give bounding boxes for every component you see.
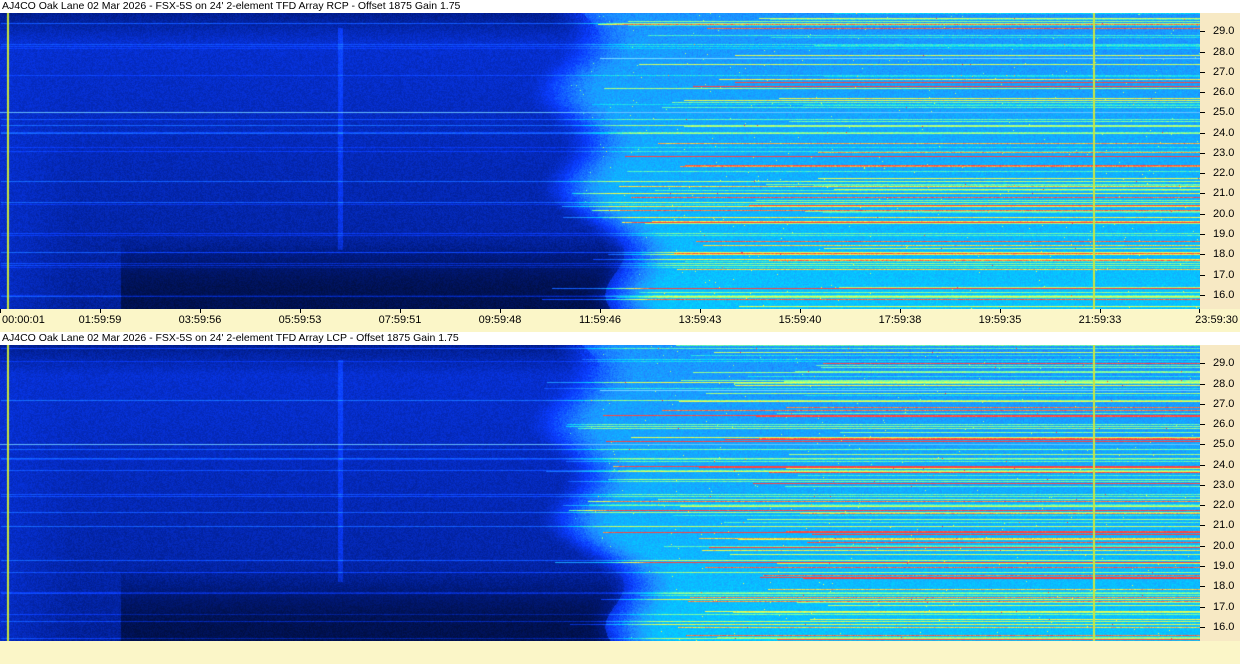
lcp-freq-label: 27.0 <box>1213 398 1235 410</box>
rcp-freq-label: 21.0 <box>1213 187 1235 199</box>
rcp-freq-label: 26.0 <box>1213 86 1235 98</box>
time-tick <box>1199 309 1200 313</box>
lcp-freq-label: 22.0 <box>1213 499 1235 511</box>
time-tick <box>100 309 101 313</box>
lcp-freq-tick <box>1200 404 1205 405</box>
rcp-freq-tick <box>1200 193 1205 194</box>
lcp-freq-tick <box>1200 586 1205 587</box>
lcp-freq-label: 29.0 <box>1213 357 1235 369</box>
time-label: 03:59:56 <box>178 314 222 326</box>
time-label: 23:59:30 <box>1195 314 1238 326</box>
rcp-freq-tick <box>1200 31 1205 32</box>
lcp-freq-label: 25.0 <box>1213 438 1235 450</box>
rcp-freq-label: 28.0 <box>1213 46 1235 58</box>
time-axis: 00:00:01 01:59:59 03:59:56 05:59:53 07:59:51… <box>0 309 1240 332</box>
time-label: 15:59:40 <box>778 314 822 326</box>
lcp-freq-tick <box>1200 465 1205 466</box>
lcp-freq-tick <box>1200 485 1205 486</box>
rcp-freq-label: 27.0 <box>1213 66 1235 78</box>
time-tick <box>400 309 401 313</box>
time-tick <box>700 309 701 313</box>
time-label: 13:59:43 <box>678 314 722 326</box>
lcp-freq-tick <box>1200 546 1205 547</box>
lcp-freq-label: 19.0 <box>1213 560 1235 572</box>
rcp-freq-tick <box>1200 153 1205 154</box>
rcp-freq-tick <box>1200 275 1205 276</box>
rcp-freq-tick <box>1200 92 1205 93</box>
lcp-freq-tick <box>1200 384 1205 385</box>
rcp-freq-tick <box>1200 234 1205 235</box>
lcp-freq-label: 24.0 <box>1213 459 1235 471</box>
rcp-freq-label: 19.0 <box>1213 228 1235 240</box>
rcp-spectrogram <box>0 13 1200 309</box>
lcp-freq-tick <box>1200 505 1205 506</box>
time-label: 09:59:48 <box>478 314 522 326</box>
rcp-freq-tick <box>1200 173 1205 174</box>
rcp-freq-label: 16.0 <box>1213 289 1235 301</box>
rcp-freq-tick <box>1200 133 1205 134</box>
lcp-title: AJ4CO Oak Lane 02 Mar 2026 - FSX-5S on 2… <box>2 332 459 344</box>
lcp-freq-label: 17.0 <box>1213 601 1235 613</box>
lcp-freq-tick <box>1200 566 1205 567</box>
time-label: 21:59:33 <box>1078 314 1122 326</box>
lcp-freq-tick <box>1200 525 1205 526</box>
lcp-freq-label: 23.0 <box>1213 479 1235 491</box>
time-tick <box>300 309 301 313</box>
rcp-freq-label: 22.0 <box>1213 167 1235 179</box>
time-label: 05:59:53 <box>278 314 322 326</box>
time-tick <box>1000 309 1001 313</box>
rcp-freq-tick <box>1200 214 1205 215</box>
rcp-title: AJ4CO Oak Lane 02 Mar 2026 - FSX-5S on 2… <box>2 0 461 12</box>
rcp-freq-tick <box>1200 52 1205 53</box>
time-tick <box>500 309 501 313</box>
time-tick <box>0 309 1 313</box>
rcp-frequency-axis: 29.0 28.0 27.0 26.0 25.0 24.0 23.0 22.0 21.0 20.0… <box>1200 13 1240 309</box>
time-tick <box>800 309 801 313</box>
lcp-frequency-axis: 29.0 28.0 27.0 26.0 25.0 24.0 23.0 22.0 21.0 20.0… <box>1200 345 1240 641</box>
lcp-freq-tick <box>1200 424 1205 425</box>
lcp-freq-label: 20.0 <box>1213 540 1235 552</box>
rcp-freq-tick <box>1200 112 1205 113</box>
lcp-freq-tick <box>1200 627 1205 628</box>
rcp-freq-label: 23.0 <box>1213 147 1235 159</box>
rcp-freq-tick <box>1200 72 1205 73</box>
rcp-freq-label: 20.0 <box>1213 208 1235 220</box>
rcp-freq-label: 25.0 <box>1213 106 1235 118</box>
lcp-spectrogram <box>0 345 1200 641</box>
time-tick <box>900 309 901 313</box>
lcp-freq-label: 21.0 <box>1213 519 1235 531</box>
lcp-freq-tick <box>1200 607 1205 608</box>
lcp-freq-label: 16.0 <box>1213 621 1235 633</box>
time-tick <box>600 309 601 313</box>
time-label: 19:59:35 <box>978 314 1022 326</box>
rcp-freq-label: 18.0 <box>1213 248 1235 260</box>
rcp-freq-tick <box>1200 254 1205 255</box>
rcp-freq-label: 29.0 <box>1213 25 1235 37</box>
rcp-freq-label: 17.0 <box>1213 269 1235 281</box>
time-label: 17:59:38 <box>878 314 922 326</box>
time-label: 11:59:46 <box>578 314 621 326</box>
lcp-freq-tick <box>1200 444 1205 445</box>
time-label: 07:59:51 <box>378 314 422 326</box>
time-tick <box>1100 309 1101 313</box>
lcp-freq-tick <box>1200 363 1205 364</box>
lcp-freq-label: 26.0 <box>1213 418 1235 430</box>
rcp-freq-label: 24.0 <box>1213 127 1235 139</box>
time-label: 00:00:01 <box>2 314 45 326</box>
rcp-freq-tick <box>1200 295 1205 296</box>
time-tick <box>200 309 201 313</box>
lcp-freq-label: 28.0 <box>1213 378 1235 390</box>
lcp-freq-label: 18.0 <box>1213 580 1235 592</box>
bottom-strip <box>0 641 1240 664</box>
time-label: 01:59:59 <box>78 314 122 326</box>
